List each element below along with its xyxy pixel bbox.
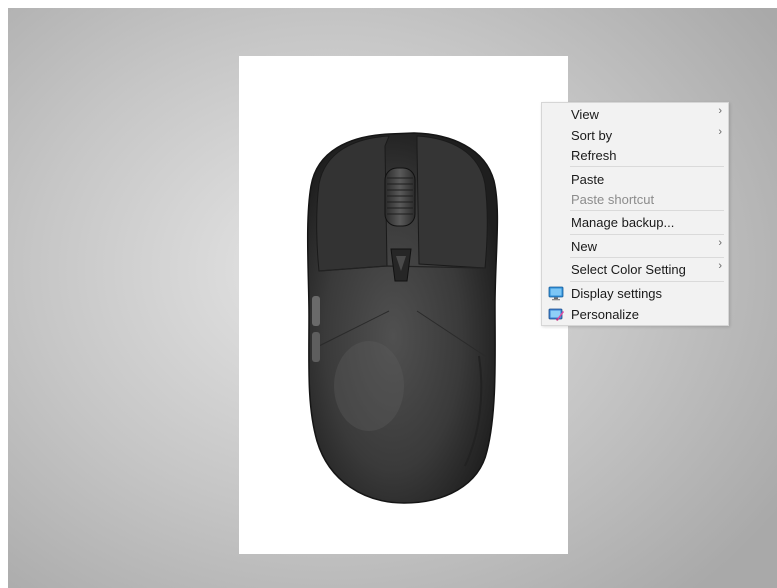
menu-item-view[interactable]: View › <box>542 104 728 125</box>
menu-item-label: Sort by <box>571 128 613 143</box>
slide: View › Sort by › Refresh Paste Paste sho… <box>0 0 777 588</box>
menu-item-sort-by[interactable]: Sort by › <box>542 125 728 146</box>
chevron-right-icon: › <box>718 237 722 249</box>
menu-separator <box>570 281 724 282</box>
menu-item-label: Manage backup... <box>571 215 675 230</box>
chevron-right-icon: › <box>718 126 722 138</box>
menu-item-refresh[interactable]: Refresh <box>542 145 728 166</box>
computer-mouse-image <box>306 132 499 504</box>
desktop-context-menu: View › Sort by › Refresh Paste Paste sho… <box>541 102 729 326</box>
menu-item-label: Refresh <box>571 148 617 163</box>
menu-separator <box>570 257 724 258</box>
personalize-icon <box>548 308 564 321</box>
desktop-background[interactable]: View › Sort by › Refresh Paste Paste sho… <box>8 8 777 588</box>
menu-separator <box>570 166 724 167</box>
menu-separator <box>570 234 724 235</box>
menu-item-label: Personalize <box>571 307 639 322</box>
menu-item-label: New <box>571 239 598 254</box>
menu-separator <box>570 210 724 211</box>
chevron-right-icon: › <box>718 260 722 272</box>
menu-item-personalize[interactable]: Personalize <box>542 304 728 325</box>
mouse-photo <box>239 56 568 554</box>
menu-item-label: Paste <box>571 172 605 187</box>
menu-item-display-settings[interactable]: Display settings <box>542 283 728 304</box>
menu-item-label: Paste shortcut <box>571 192 655 207</box>
menu-item-new[interactable]: New › <box>542 236 728 257</box>
menu-item-label: Select Color Setting <box>571 262 686 277</box>
menu-item-select-color-setting[interactable]: Select Color Setting › <box>542 259 728 280</box>
menu-item-label: View <box>571 107 599 122</box>
menu-item-paste-shortcut: Paste shortcut <box>542 189 728 210</box>
display-icon <box>548 286 564 301</box>
menu-item-label: Display settings <box>571 286 663 301</box>
menu-item-manage-backup[interactable]: Manage backup... <box>542 212 728 233</box>
chevron-right-icon: › <box>718 105 722 117</box>
menu-item-paste[interactable]: Paste <box>542 169 728 190</box>
